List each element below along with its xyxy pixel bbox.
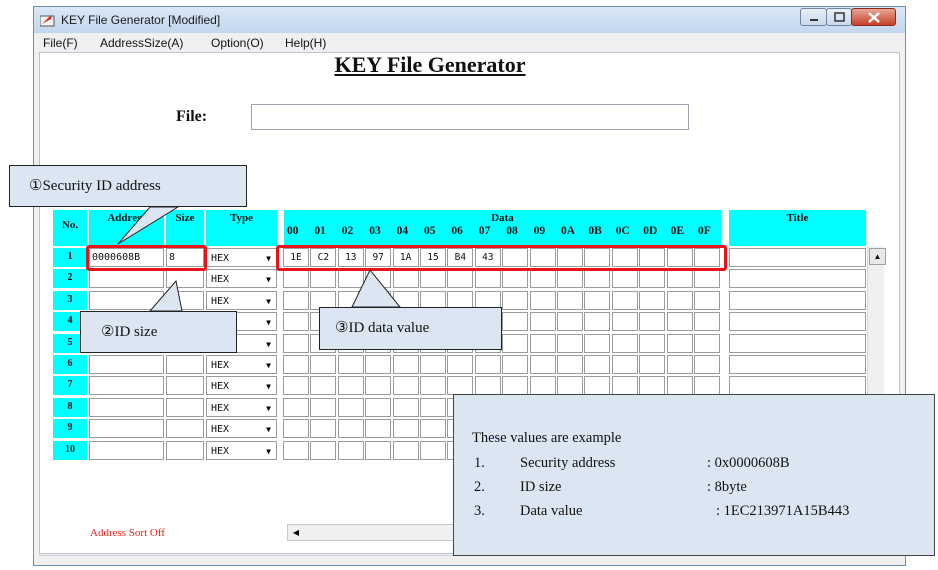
note-item-label: ID size [520, 479, 562, 495]
note-heading: These values are example [472, 430, 622, 446]
note-item-num: 2. [474, 479, 485, 495]
callout-id-data-value: ③ID data value [319, 307, 502, 350]
example-note: These values are example 1. Security add… [453, 394, 935, 556]
note-item-value: : 1EC213971A15B443 [716, 503, 850, 519]
note-item-label: Data value [520, 503, 583, 519]
note-item-value: : 8byte [707, 479, 747, 495]
note-item-num: 3. [474, 503, 485, 519]
note-item-num: 1. [474, 455, 485, 471]
callout-id-size: ②ID size [80, 311, 237, 353]
note-item-label: Security address [520, 455, 616, 471]
callout-security-id-address: ①Security ID address [9, 165, 247, 207]
note-item-value: : 0x0000608B [707, 455, 790, 471]
